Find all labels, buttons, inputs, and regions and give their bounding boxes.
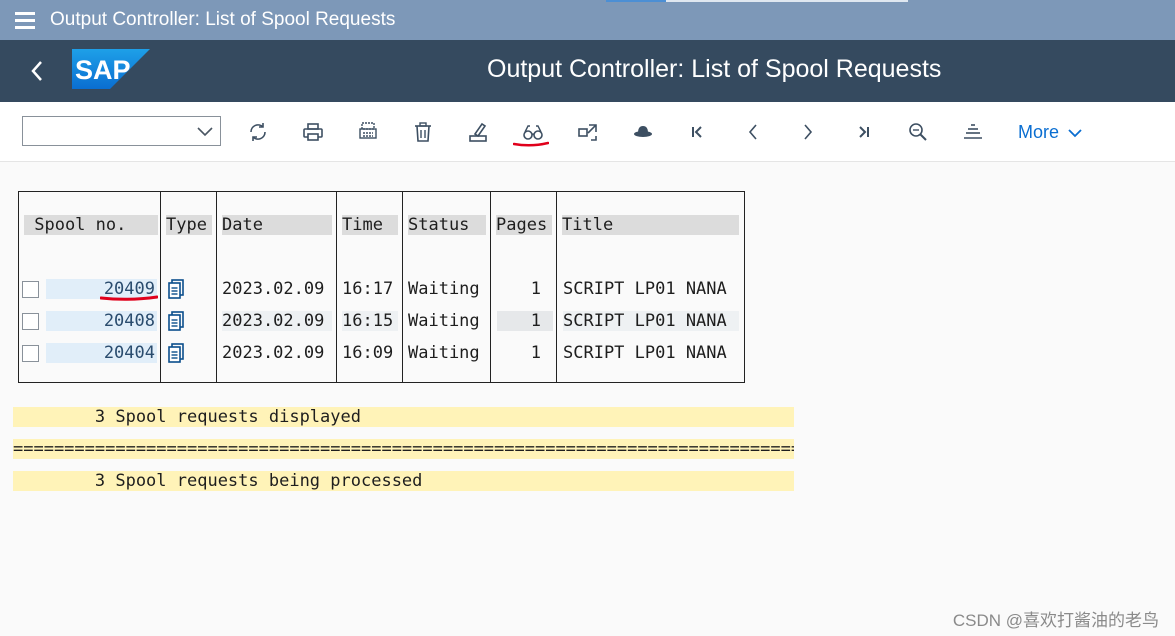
row-date: 2023.02.09 [222, 343, 325, 363]
sap-logo[interactable]: SAP [72, 49, 150, 94]
row-title: SCRIPT LP01 NANA [563, 343, 727, 363]
column-header-title[interactable]: Title [562, 215, 739, 235]
document-icon[interactable] [168, 279, 185, 299]
align-icon [964, 124, 982, 139]
row-pages: 1 [497, 311, 553, 331]
row-select-checkbox[interactable] [22, 345, 39, 362]
row-status: Waiting [408, 311, 480, 331]
find-icon [909, 123, 927, 141]
row-time: 16:17 [342, 279, 394, 299]
print-button[interactable] [300, 119, 326, 145]
edit-icon [469, 122, 487, 142]
separator-line: ========================================… [13, 439, 794, 459]
column-header-pages[interactable]: Pages [496, 215, 552, 235]
hat-button[interactable] [630, 119, 656, 145]
row-select-checkbox[interactable] [22, 281, 39, 298]
variant-dropdown[interactable] [22, 116, 221, 146]
window-titlebar: Output Controller: List of Spool Request… [0, 0, 1175, 40]
print-preview-icon [359, 122, 377, 139]
column-header-time[interactable]: Time [342, 215, 398, 235]
last-page-icon [859, 126, 869, 138]
column-divider [490, 191, 491, 383]
annotation-underline [513, 141, 549, 147]
row-date: 2023.02.09 [222, 311, 332, 331]
edit-button[interactable] [465, 119, 491, 145]
row-title: SCRIPT LP01 NANA [563, 311, 739, 331]
row-status: Waiting [408, 279, 480, 299]
chevron-left-icon [31, 61, 42, 81]
more-label: More [1018, 122, 1060, 142]
column-header-status[interactable]: Status [408, 215, 486, 235]
column-header-spool-no[interactable]: Spool no. [24, 215, 158, 235]
hat-icon [634, 126, 652, 137]
first-page-button[interactable] [685, 119, 711, 145]
previous-page-button[interactable] [740, 119, 766, 145]
application-toolbar: More [0, 102, 1175, 162]
summary-processed: 3 Spool requests being processed [13, 471, 794, 491]
document-icon[interactable] [168, 343, 185, 363]
refresh-button[interactable] [245, 119, 271, 145]
row-time: 16:09 [342, 343, 394, 363]
next-page-button[interactable] [795, 119, 821, 145]
print-preview-button[interactable] [355, 119, 381, 145]
column-divider [216, 191, 217, 383]
forward-button[interactable] [575, 119, 601, 145]
annotation-underline [100, 295, 158, 301]
spool-number-link[interactable]: 20404 [46, 343, 157, 363]
refresh-icon [250, 123, 266, 141]
print-icon [303, 123, 323, 141]
delete-icon [415, 122, 431, 142]
row-title: SCRIPT LP01 NANA [563, 279, 727, 299]
document-icon[interactable] [168, 311, 185, 331]
forward-icon [578, 124, 597, 141]
back-button[interactable] [22, 54, 52, 88]
column-header-type[interactable]: Type [166, 215, 212, 235]
column-divider [556, 191, 557, 383]
column-header-date[interactable]: Date [222, 215, 332, 235]
hamburger-menu-icon[interactable] [0, 0, 50, 40]
previous-page-icon [748, 124, 757, 140]
loading-progress-bar [606, 0, 908, 2]
watermark: CSDN @喜欢打酱油的老鸟 [952, 611, 1159, 630]
column-divider [336, 191, 337, 383]
row-pages: 1 [530, 343, 541, 363]
window-title: Output Controller: List of Spool Request… [50, 9, 396, 30]
align-button[interactable] [960, 119, 986, 145]
row-select-checkbox[interactable] [22, 313, 39, 330]
sap-logo-text: SAP [75, 55, 131, 85]
chevron-down-icon [1068, 128, 1082, 137]
row-status: Waiting [408, 343, 480, 363]
row-pages: 1 [530, 279, 541, 299]
more-button[interactable]: More [1018, 122, 1083, 143]
spool-number-link[interactable]: 20408 [46, 311, 157, 331]
glasses-icon [523, 125, 543, 140]
page-title: Output Controller: List of Spool Request… [487, 55, 942, 83]
find-button[interactable] [905, 119, 931, 145]
summary-displayed: 3 Spool requests displayed [13, 407, 794, 427]
first-page-icon [692, 126, 702, 138]
next-page-icon [804, 124, 813, 140]
delete-button[interactable] [410, 119, 436, 145]
row-time: 16:15 [342, 311, 398, 331]
last-page-button[interactable] [850, 119, 876, 145]
row-date: 2023.02.09 [222, 279, 325, 299]
loading-progress-fill [606, 0, 667, 2]
shell-header: SAP Output Controller: List of Spool Req… [0, 40, 1175, 102]
column-divider [160, 191, 161, 383]
column-divider [402, 191, 403, 383]
chevron-down-icon [197, 127, 213, 137]
